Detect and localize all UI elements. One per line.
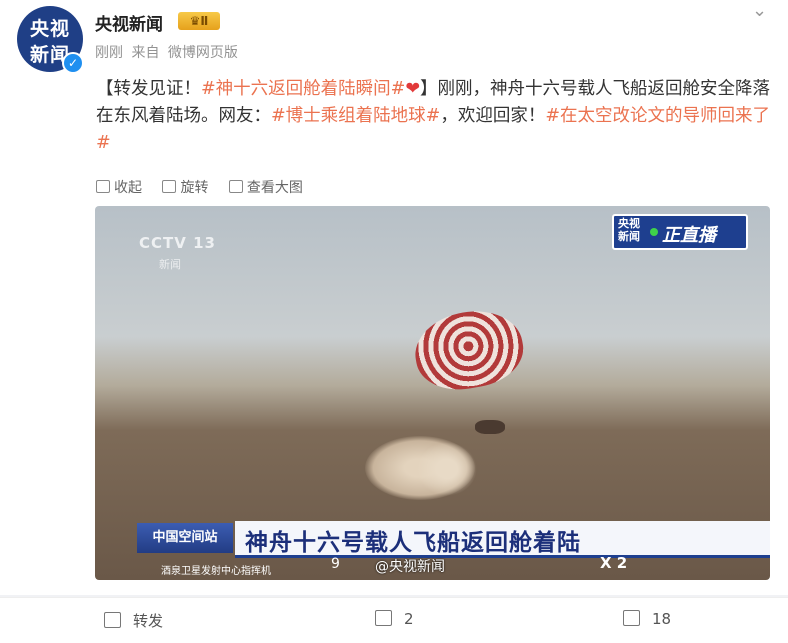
author-name[interactable]: 央视新闻 (95, 10, 163, 35)
hashtag-link[interactable]: #神十六返回舱着陆瞬间# (201, 79, 405, 99)
photo-zoom-label: X 2 (600, 554, 628, 572)
post-meta: 刚刚 来自 微博网页版 (95, 42, 242, 62)
hashtag-link[interactable]: #博士乘组着陆地球# (271, 106, 440, 126)
post-image[interactable]: CCTV 13 新闻 央视 新闻 正直播 中国空间站 神舟十六号载人飞船返回舱着陆… (95, 206, 770, 580)
repost-label: 转发 (133, 612, 164, 630)
capsule-graphic (475, 420, 505, 434)
weibo-post-card: 央视 新闻 ✓ 央视新闻 ♛Ⅱ ⌄ 刚刚 来自 微博网页版 【转发见证！#神十六… (0, 0, 788, 595)
cctv-channel-sub: 新闻 (159, 258, 181, 271)
rotate-button[interactable]: 旋转 (162, 177, 208, 197)
photo-number: 9 (331, 556, 340, 572)
banner-title-box: 神舟十六号载人飞船返回舱着陆 (235, 521, 770, 558)
cctv-logo: CCTV 13 (139, 234, 216, 252)
live-dot-icon (650, 228, 658, 236)
comment-icon (375, 610, 392, 626)
rotate-icon (162, 180, 177, 193)
banner-title: 神舟十六号载人飞船返回舱着陆 (245, 530, 581, 556)
media-toolbar: 收起 旋转 查看大图 (96, 177, 319, 197)
collapse-button[interactable]: 收起 (96, 177, 142, 197)
chevron-down-icon[interactable]: ⌄ (752, 0, 767, 21)
photo-watermark: @央视新闻 (375, 559, 445, 575)
live-label: 正直播 (662, 225, 716, 246)
repost-button[interactable]: 转发 (104, 610, 163, 631)
post-footer: 转发 2 18 (0, 597, 788, 643)
vip-badge-icon[interactable]: ♛Ⅱ (178, 12, 220, 30)
source-prefix: 来自 (131, 45, 160, 61)
text-part-3: ，欢迎回家！ (440, 106, 546, 126)
rotate-label: 旋转 (180, 180, 209, 196)
parachute-graphic (409, 303, 529, 397)
live-logo-2: 新闻 (618, 230, 640, 243)
live-logo: 央视 新闻 (618, 217, 640, 243)
thumbs-up-icon (623, 610, 640, 626)
banner-station-label: 中国空间站 (137, 523, 233, 553)
collapse-label: 收起 (114, 180, 142, 196)
live-badge: 央视 新闻 正直播 (612, 214, 748, 250)
live-logo-1: 央视 (618, 217, 640, 230)
view-large-button[interactable]: 查看大图 (228, 177, 303, 197)
vip-level: Ⅱ (200, 14, 209, 28)
view-large-label: 查看大图 (246, 180, 303, 196)
like-button[interactable]: 18 (623, 610, 671, 628)
post-text: 【转发见证！#神十六返回舱着陆瞬间#❤】刚刚，神舟十六号载人飞船返回舱安全降落在… (96, 76, 774, 157)
image-icon (228, 180, 243, 193)
comment-button[interactable]: 2 (375, 610, 414, 628)
like-count: 18 (652, 610, 672, 628)
comment-count: 2 (404, 610, 414, 628)
heart-icon: ❤ (405, 79, 420, 99)
text-part-1: 【转发见证！ (96, 79, 201, 99)
post-time[interactable]: 刚刚 (95, 45, 123, 61)
post-source[interactable]: 微博网页版 (168, 45, 238, 61)
avatar-text-top: 央视 (29, 18, 70, 40)
dust-cloud-graphic (417, 442, 477, 496)
collapse-icon (96, 180, 110, 193)
photo-subtitle: 酒泉卫星发射中心指挥机 (161, 566, 271, 577)
verified-icon: ✓ (62, 52, 84, 74)
repost-icon (104, 612, 121, 628)
